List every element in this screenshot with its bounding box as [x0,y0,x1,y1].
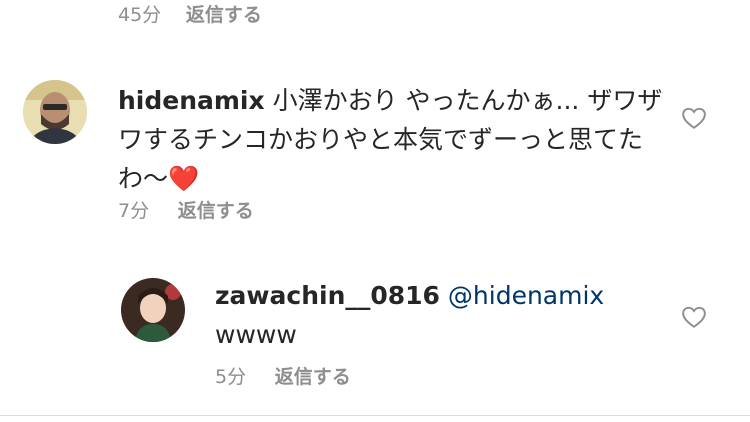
top-comment-meta: 45分 返信する [118,0,262,27]
reply-text: wwww [215,320,297,349]
top-comment-time: 45分 [118,4,162,26]
red-heart-emoji: ❤️ [168,164,200,193]
comment-body: hidenamix 小澤かおり やったんかぁ... ザワザワするチンコかおりやと… [118,81,678,198]
comment-time: 7分 [118,200,150,222]
avatar-image [23,80,87,144]
reply-mention[interactable]: @hidenamix [448,281,604,310]
top-reply-button[interactable]: 返信する [186,4,262,26]
reply-body: zawachin__0816 @hidenamix wwww [215,276,675,354]
avatar-zawachin[interactable] [121,278,185,342]
comment-meta: 7分 返信する [118,196,254,223]
avatar-hidenamix[interactable] [23,80,87,144]
divider [0,415,750,416]
like-heart-icon[interactable] [681,106,707,130]
reply-time: 5分 [215,366,247,388]
avatar-image [121,278,185,342]
comment-username[interactable]: hidenamix [118,86,265,115]
reply-reply-button[interactable]: 返信する [275,366,351,388]
reply-meta: 5分 返信する [215,362,351,389]
reply-username[interactable]: zawachin__0816 [215,281,440,310]
like-heart-icon[interactable] [681,305,707,329]
reply-button[interactable]: 返信する [178,200,254,222]
